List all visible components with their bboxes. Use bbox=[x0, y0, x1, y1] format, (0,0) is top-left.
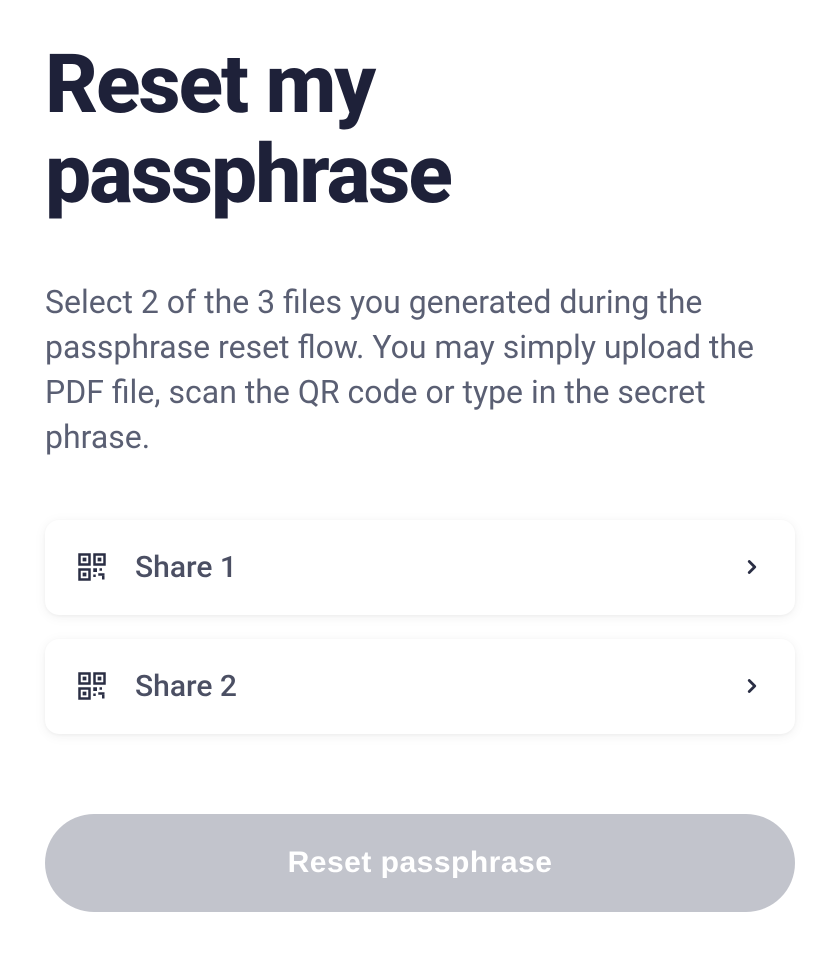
reset-passphrase-button[interactable]: Reset passphrase bbox=[45, 814, 795, 912]
qr-code-icon bbox=[77, 552, 107, 582]
qr-code-icon bbox=[77, 671, 107, 701]
chevron-right-icon bbox=[741, 556, 763, 578]
share-item-2[interactable]: Share 2 bbox=[45, 639, 795, 734]
share-label: Share 2 bbox=[135, 669, 237, 704]
page-title: Reset my passphrase bbox=[45, 40, 795, 220]
chevron-right-icon bbox=[741, 675, 763, 697]
share-list: Share 1 bbox=[45, 520, 795, 734]
share-label: Share 1 bbox=[135, 550, 237, 585]
share-item-1[interactable]: Share 1 bbox=[45, 520, 795, 615]
instructions-text: Select 2 of the 3 files you generated du… bbox=[45, 280, 795, 459]
share-item-left: Share 1 bbox=[77, 550, 237, 585]
share-item-left: Share 2 bbox=[77, 669, 237, 704]
